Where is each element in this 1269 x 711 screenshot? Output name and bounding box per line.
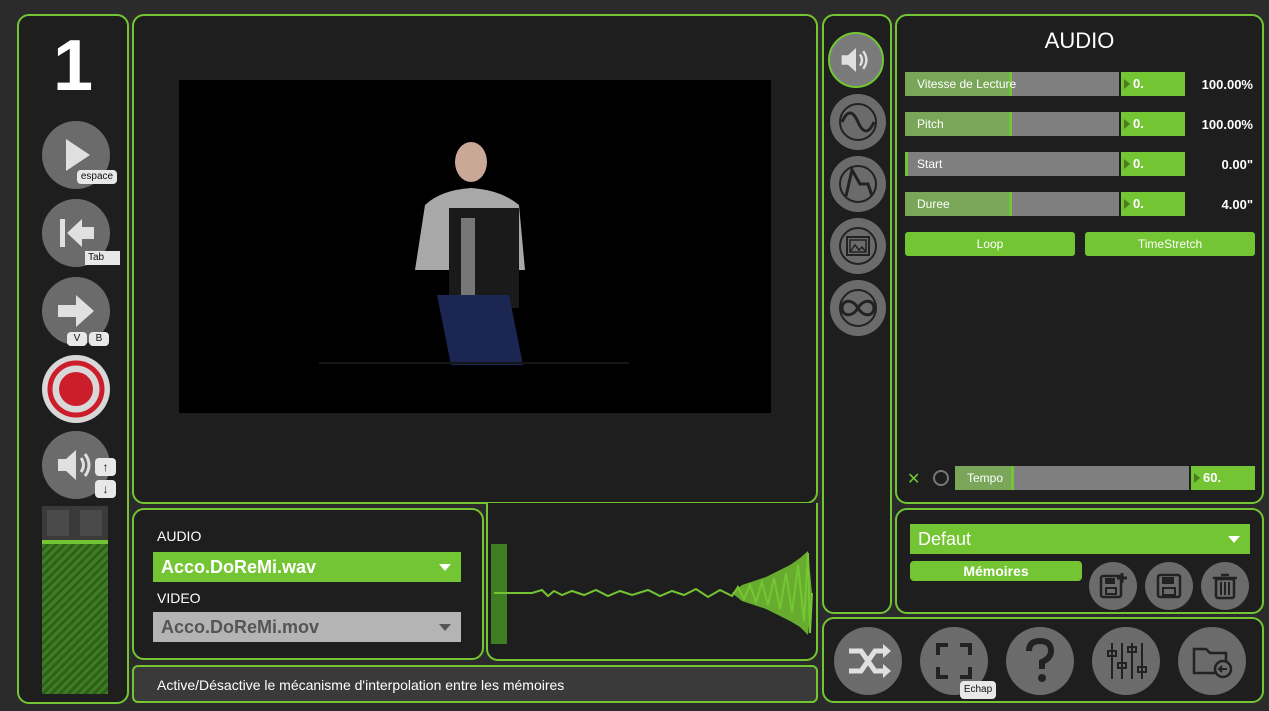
interpolation-button[interactable]	[834, 627, 902, 695]
tempo-toggle[interactable]	[933, 470, 949, 486]
save-as-icon	[1099, 573, 1127, 599]
meter-cell	[80, 510, 102, 536]
param-input[interactable]: 0.	[1121, 152, 1185, 176]
preset-value: Defaut	[918, 529, 972, 549]
tempo-label: Tempo	[967, 471, 1004, 485]
scene-number: 1	[52, 26, 94, 106]
speed-slider[interactable]: Vitesse de Lecture	[905, 72, 1119, 96]
chevron-down-icon	[1228, 536, 1240, 543]
fullscreen-icon	[936, 643, 972, 679]
timestretch-button[interactable]: TimeStretch	[1085, 232, 1255, 256]
meter-level	[42, 540, 108, 694]
envelope-icon	[839, 165, 877, 203]
param-value: 100.00%	[1201, 117, 1253, 132]
question-icon	[1026, 637, 1055, 682]
video-file-value: Acco.DoReMi.mov	[161, 617, 320, 637]
meter-cell	[47, 510, 69, 536]
pitch-slider[interactable]: Pitch	[905, 112, 1119, 136]
infinity-icon	[839, 289, 877, 327]
param-row: Pitch 0. 100.00%	[905, 112, 1253, 136]
chevron-down-icon	[439, 564, 451, 571]
audio-file-value: Acco.DoReMi.wav	[161, 557, 317, 577]
next-key-b: B	[89, 332, 109, 346]
speaker-icon	[58, 450, 91, 480]
param-input[interactable]: 0.	[1121, 72, 1185, 96]
tab-strip	[822, 14, 892, 614]
delete-button[interactable]	[1201, 562, 1249, 610]
video-panel	[132, 14, 818, 504]
play-key-hint: espace	[77, 170, 117, 184]
back-key-hint: Tab	[85, 251, 120, 265]
param-value: 100.00%	[1201, 77, 1253, 92]
close-icon[interactable]: ✕	[907, 469, 920, 489]
open-project-button[interactable]	[1178, 627, 1246, 695]
param-input[interactable]: 0.	[1121, 112, 1185, 136]
transport-panel: 1 espace Tab V B ↑ ↓	[17, 14, 129, 704]
next-key-v: V	[67, 332, 87, 346]
param-row: Start 0. 0.00"	[905, 152, 1253, 176]
volume-up-key: ↑	[95, 458, 116, 476]
skip-back-icon	[60, 219, 94, 247]
preset-dropdown[interactable]: Defaut	[910, 524, 1250, 554]
video-file-dropdown[interactable]: Acco.DoReMi.mov	[153, 612, 461, 642]
param-label: Start	[917, 157, 943, 171]
volume-down-key: ↓	[95, 480, 116, 498]
sine-wave-icon	[839, 103, 877, 141]
help-button[interactable]	[1006, 627, 1074, 695]
folder-open-icon	[1192, 647, 1233, 679]
tab-image[interactable]	[830, 218, 886, 274]
sources-panel: AUDIO Acco.DoReMi.wav VIDEO Acco.DoReMi.…	[132, 508, 484, 660]
mixer-button[interactable]	[1092, 627, 1160, 695]
param-value: 0.00"	[1221, 157, 1253, 172]
memories-button[interactable]: Mémoires	[910, 561, 1082, 581]
shuffle-icon	[849, 644, 891, 678]
audio-file-dropdown[interactable]: Acco.DoReMi.wav	[153, 552, 461, 582]
param-value: 4.00"	[1221, 197, 1253, 212]
audio-source-label: AUDIO	[157, 528, 202, 544]
param-row: Vitesse de Lecture 0. 100.00%	[905, 72, 1253, 96]
param-input[interactable]: 0.	[1121, 192, 1185, 216]
param-label: Vitesse de Lecture	[917, 77, 1017, 91]
loop-button[interactable]: Loop	[905, 232, 1075, 256]
video-frame[interactable]	[179, 80, 771, 413]
status-message: Active/Désactive le mécanisme d'interpol…	[157, 677, 565, 693]
save-button[interactable]	[1145, 562, 1193, 610]
image-icon	[839, 227, 877, 265]
video-source-label: VIDEO	[157, 590, 201, 606]
waveform	[494, 551, 813, 635]
param-label: Pitch	[917, 117, 944, 131]
speaker-icon	[841, 48, 868, 72]
video-performer-image	[319, 142, 629, 365]
tab-envelope[interactable]	[830, 156, 886, 212]
record-button[interactable]	[42, 355, 110, 423]
tempo-input[interactable]: 60.	[1191, 466, 1255, 490]
status-bar: Active/Désactive le mécanisme d'interpol…	[132, 665, 818, 703]
trash-icon	[1213, 573, 1237, 600]
sliders-icon	[1107, 643, 1147, 679]
panel-title: AUDIO	[1044, 28, 1115, 53]
tab-loop[interactable]	[830, 280, 886, 336]
volume-meter[interactable]	[42, 506, 108, 694]
save-as-button[interactable]	[1089, 562, 1137, 610]
bottom-toolbar: Echap	[822, 617, 1264, 703]
record-icon	[47, 360, 105, 418]
audio-params-panel: AUDIO Vitesse de Lecture 0. 100.00% Pitc…	[895, 14, 1264, 504]
escape-key-hint: Echap	[960, 681, 996, 699]
chevron-down-icon	[439, 624, 451, 631]
duration-slider[interactable]: Duree	[905, 192, 1119, 216]
start-slider[interactable]: Start	[905, 152, 1119, 176]
tempo-slider[interactable]: Tempo	[955, 466, 1189, 490]
arrow-right-icon	[58, 295, 94, 327]
tab-audio[interactable]	[828, 32, 884, 88]
memories-panel: Defaut Mémoires	[895, 508, 1264, 614]
play-icon	[66, 139, 90, 171]
param-label: Duree	[917, 197, 950, 211]
waveform-panel[interactable]	[486, 503, 818, 661]
tab-lfo[interactable]	[830, 94, 886, 150]
save-icon	[1156, 573, 1182, 599]
param-row: Duree 0. 4.00"	[905, 192, 1253, 216]
